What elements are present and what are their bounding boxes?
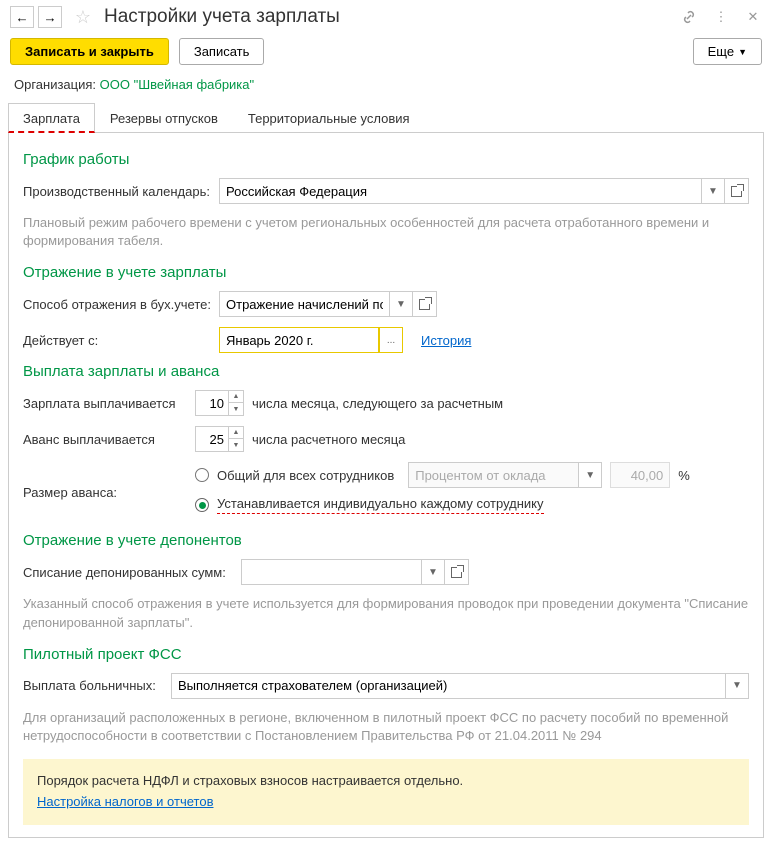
- advance-individual-radio[interactable]: [195, 498, 209, 512]
- nav-forward-button[interactable]: →: [38, 6, 62, 28]
- calendar-label: Производственный календарь:: [23, 184, 211, 199]
- window-title: Настройки учета зарплаты: [104, 6, 676, 28]
- sickpay-input[interactable]: [171, 673, 725, 699]
- organization-value[interactable]: ООО "Швейная фабрика": [100, 77, 254, 92]
- close-icon[interactable]: ✕: [744, 8, 762, 26]
- ndfl-note-text: Порядок расчета НДФЛ и страховых взносов…: [37, 771, 735, 792]
- method-dropdown-button[interactable]: ▼: [389, 291, 413, 317]
- sickpay-label: Выплата больничных:: [23, 678, 163, 693]
- nav-back-button[interactable]: ←: [10, 6, 34, 28]
- save-and-close-button[interactable]: Записать и закрыть: [10, 38, 169, 65]
- writeoff-label: Списание депонированных сумм:: [23, 565, 233, 580]
- link-icon[interactable]: [680, 8, 698, 26]
- salary-day-down[interactable]: ▼: [229, 403, 243, 415]
- advance-pay-label: Аванс выплачивается: [23, 432, 187, 447]
- salary-day-up[interactable]: ▲: [229, 391, 243, 403]
- percent-sign: %: [678, 468, 690, 483]
- open-icon: [731, 186, 742, 197]
- fss-hint: Для организаций расположенных в регионе,…: [23, 709, 749, 745]
- advance-day-up[interactable]: ▲: [229, 427, 243, 439]
- schedule-hint: Плановый режим рабочего времени с учетом…: [23, 214, 749, 250]
- method-input[interactable]: [219, 291, 389, 317]
- effective-date-picker-button[interactable]: ...: [379, 327, 403, 353]
- section-payment-title: Выплата зарплаты и аванса: [23, 363, 749, 380]
- calendar-input[interactable]: [219, 178, 701, 204]
- advance-common-radio[interactable]: [195, 468, 209, 482]
- advance-day-down[interactable]: ▼: [229, 439, 243, 451]
- menu-dots-icon[interactable]: ⋮: [712, 8, 730, 26]
- sickpay-dropdown-button[interactable]: ▼: [725, 673, 749, 699]
- open-icon: [419, 299, 430, 310]
- tab-salary[interactable]: Зарплата: [8, 103, 95, 133]
- advance-size-label: Размер аванса:: [23, 485, 187, 500]
- advance-method-dropdown: [408, 462, 578, 488]
- organization-label: Организация:: [14, 77, 96, 92]
- salary-day-input[interactable]: [195, 390, 229, 416]
- advance-common-label: Общий для всех сотрудников: [217, 468, 394, 483]
- effective-date-input[interactable]: [219, 327, 379, 353]
- advance-day-input[interactable]: [195, 426, 229, 452]
- tab-reserves[interactable]: Резервы отпусков: [95, 103, 233, 133]
- method-label: Способ отражения в бух.учете:: [23, 297, 211, 312]
- save-button[interactable]: Записать: [179, 38, 265, 65]
- section-fss-title: Пилотный проект ФСС: [23, 646, 749, 663]
- calendar-open-button[interactable]: [725, 178, 749, 204]
- advance-method-dd-btn: ▼: [578, 462, 602, 488]
- open-icon: [451, 567, 462, 578]
- method-open-button[interactable]: [413, 291, 437, 317]
- tab-territorial[interactable]: Территориальные условия: [233, 103, 425, 133]
- section-deponent-title: Отражение в учете депонентов: [23, 532, 749, 549]
- advance-suffix: числа расчетного месяца: [252, 432, 405, 447]
- salary-suffix: числа месяца, следующего за расчетным: [252, 396, 503, 411]
- favorite-star-icon[interactable]: ☆: [72, 6, 94, 28]
- deponent-hint: Указанный способ отражения в учете испол…: [23, 595, 749, 631]
- salary-pay-label: Зарплата выплачивается: [23, 396, 187, 411]
- writeoff-dropdown-button[interactable]: ▼: [421, 559, 445, 585]
- more-button[interactable]: Еще▼: [693, 38, 762, 65]
- calendar-dropdown-button[interactable]: ▼: [701, 178, 725, 204]
- advance-percent-input: [610, 462, 670, 488]
- section-schedule-title: График работы: [23, 151, 749, 168]
- writeoff-input[interactable]: [241, 559, 421, 585]
- tax-settings-link[interactable]: Настройка налогов и отчетов: [37, 794, 213, 809]
- writeoff-open-button[interactable]: [445, 559, 469, 585]
- effective-label: Действует с:: [23, 333, 211, 348]
- advance-individual-label: Устанавливается индивидуально каждому со…: [217, 496, 544, 514]
- section-reflection-title: Отражение в учете зарплаты: [23, 264, 749, 281]
- history-link[interactable]: История: [421, 333, 471, 348]
